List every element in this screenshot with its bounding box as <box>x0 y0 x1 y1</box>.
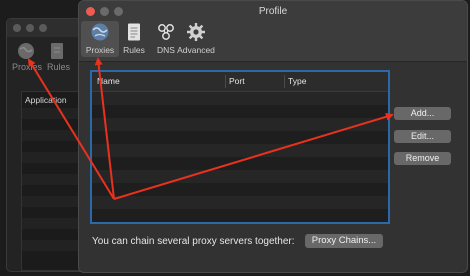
globe-icon <box>91 23 109 41</box>
document-icon[interactable] <box>47 41 67 61</box>
titlebar: Profile Proxies Rules DNS Advanced <box>79 1 467 62</box>
table-header: Name Port Type <box>92 72 388 92</box>
add-button[interactable]: Add... <box>394 107 451 120</box>
globe-icon[interactable] <box>16 41 36 61</box>
table-row[interactable] <box>92 144 388 157</box>
document-icon <box>128 23 140 41</box>
column-header-port[interactable]: Port <box>229 76 245 86</box>
zoom-dot[interactable] <box>39 24 47 32</box>
proxy-chains-button[interactable]: Proxy Chains... <box>305 234 383 248</box>
column-header-type[interactable]: Type <box>288 76 306 86</box>
proxy-chain-description: You can chain several proxy servers toge… <box>92 236 295 247</box>
toolbar-proxies[interactable]: Proxies <box>81 21 119 57</box>
dns-icon <box>158 24 174 40</box>
bg-table-header: Application <box>25 95 67 105</box>
minimize-dot[interactable] <box>26 24 34 32</box>
table-row[interactable] <box>92 118 388 131</box>
close-dot[interactable] <box>13 24 21 32</box>
table-row[interactable] <box>92 170 388 183</box>
table-row[interactable] <box>92 92 388 105</box>
proxy-table[interactable]: Name Port Type <box>90 70 390 224</box>
column-divider <box>284 75 285 88</box>
bg-toolbar-rules-label: Rules <box>47 62 71 72</box>
window-title: Profile <box>258 6 288 17</box>
edit-button[interactable]: Edit... <box>394 130 451 143</box>
profile-window: Profile Proxies Rules DNS Advanced Name … <box>78 0 468 273</box>
column-divider <box>225 75 226 88</box>
column-header-name[interactable]: Name <box>97 76 120 86</box>
toolbar-advanced-label: Advanced <box>177 45 215 55</box>
remove-button[interactable]: Remove <box>394 152 451 165</box>
toolbar-proxies-label: Proxies <box>85 45 115 55</box>
bg-toolbar-proxies-label: Proxies <box>12 62 43 72</box>
table-row[interactable] <box>92 196 388 209</box>
toolbar-advanced[interactable]: Advanced <box>174 21 218 57</box>
gear-icon <box>187 23 205 41</box>
